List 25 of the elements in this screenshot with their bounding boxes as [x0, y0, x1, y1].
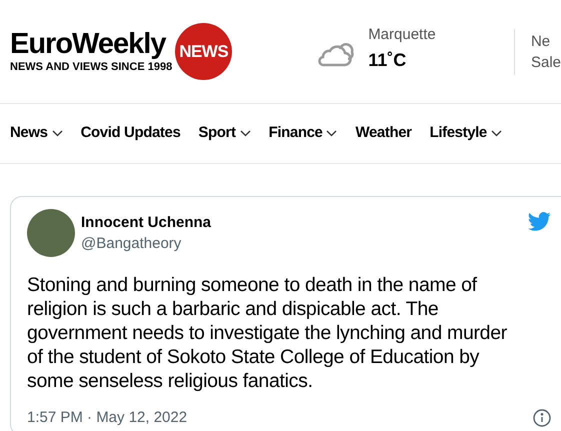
logo-wordmark: EuroWeekly	[10, 30, 167, 59]
nav-link[interactable]: Lifestyle	[430, 122, 502, 145]
cloud-icon	[316, 40, 356, 66]
chevron-down-icon	[52, 130, 63, 137]
nav-link[interactable]: News	[10, 122, 63, 145]
tweet-text: Stoning and burning someone to death in the name of religion is such a barbaric and dispicable act. The government needs to investigate the lynching and murder of the student of Sokoto State College of Education by some senseless religious fanatics.	[27, 273, 508, 393]
nav-link[interactable]: Finance	[268, 122, 338, 145]
weather-city: Marquette	[368, 26, 436, 45]
logo-tagline: NEWS AND VIEWS SINCE 1998	[10, 62, 172, 73]
info-icon[interactable]	[533, 409, 551, 428]
avatar	[27, 209, 75, 257]
header-link[interactable]: Ne	[530, 34, 561, 48]
chevron-down-icon	[326, 130, 338, 137]
nav-link[interactable]: Covid Updates	[80, 122, 180, 145]
tweet-author: Innocent Uchenna	[81, 214, 212, 233]
logo-badge: NEWS	[175, 23, 232, 80]
weather-temperature: 11˚C	[368, 48, 408, 72]
nav-link[interactable]: Weather	[355, 122, 412, 145]
tweet-handle: @Bangatheory	[81, 234, 182, 254]
nav-link[interactable]: Sport	[198, 122, 251, 145]
header-link[interactable]: Sale	[530, 54, 561, 70]
chevron-down-icon	[490, 130, 502, 137]
tweet-timestamp[interactable]: 1:57 PM · May 12, 2022	[27, 407, 188, 430]
chevron-down-icon	[240, 130, 251, 137]
bird-icon	[528, 212, 551, 231]
